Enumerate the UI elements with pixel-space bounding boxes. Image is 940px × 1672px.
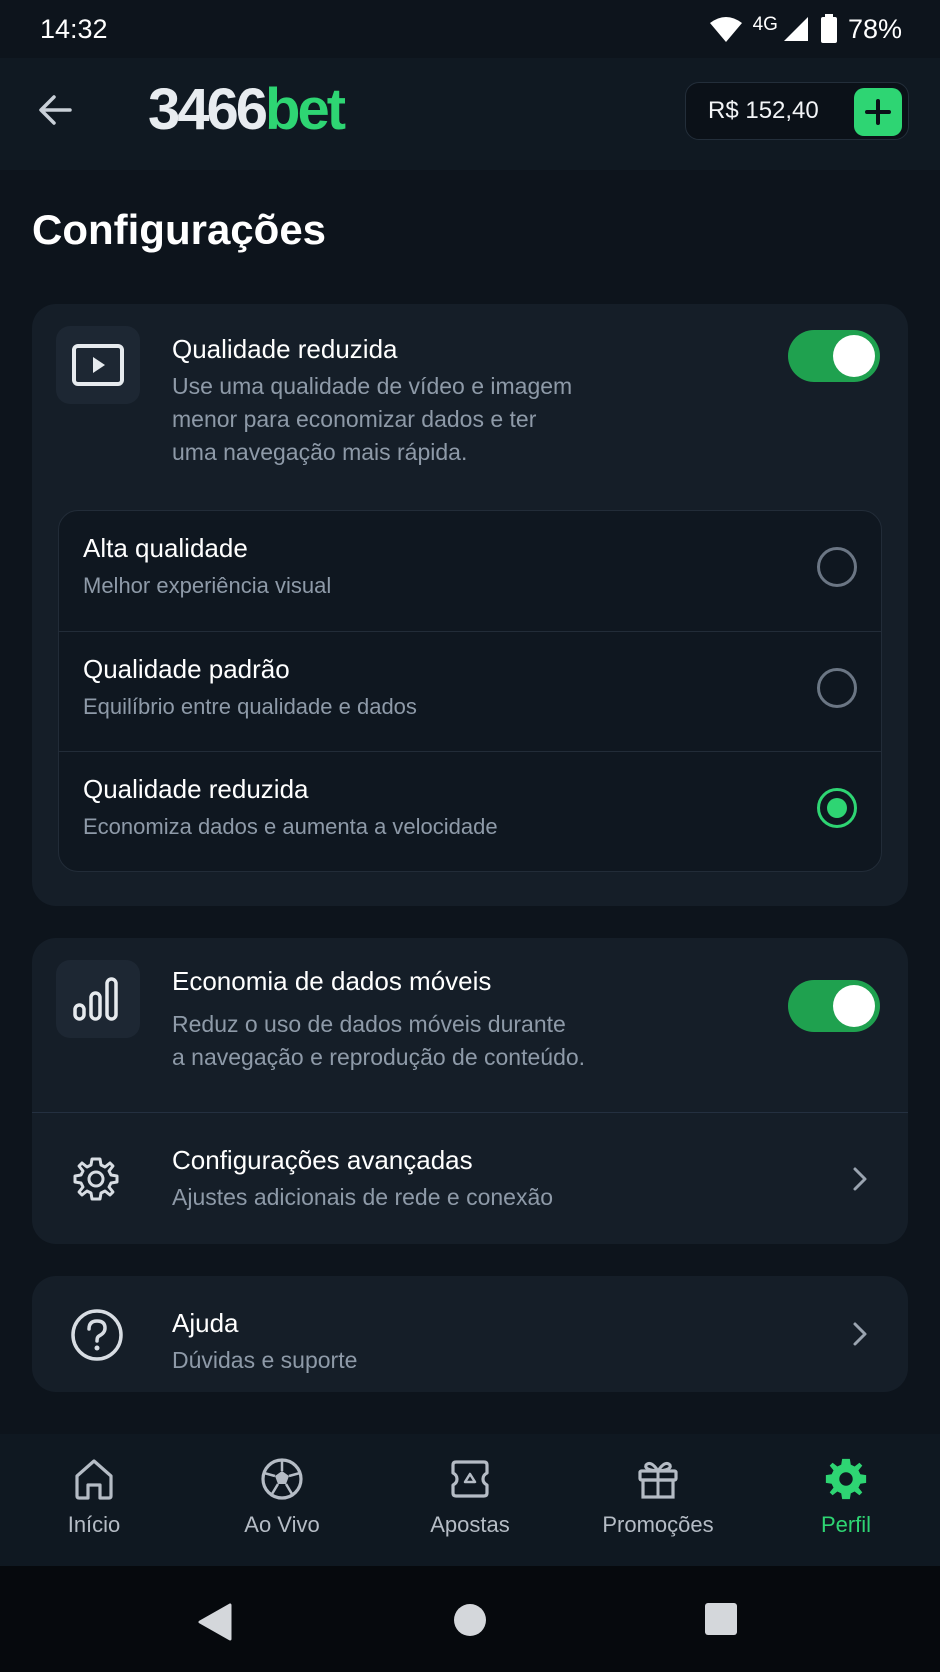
data-settings-card: Economia de dados móveis Reduz o uso de … <box>32 938 908 1244</box>
quality-option-standard[interactable]: Qualidade padrão Equilíbrio entre qualid… <box>59 631 881 751</box>
data-saver-toggle[interactable] <box>788 980 880 1032</box>
system-home-icon[interactable] <box>452 1602 488 1638</box>
video-quality-card: Qualidade reduzida Use uma qualidade de … <box>32 304 908 906</box>
advanced-settings-description: Ajustes adicionais de rede e conexão <box>172 1184 554 1210</box>
status-time: 14:32 <box>40 13 108 44</box>
quality-options-list: Alta qualidade Melhor experiência visual… <box>58 510 882 872</box>
radio-button[interactable] <box>817 668 857 708</box>
toggle-knob <box>833 985 875 1027</box>
page-title: Configurações <box>32 206 327 253</box>
wifi-icon <box>709 17 742 42</box>
chevron-right-icon <box>853 1167 867 1191</box>
chevron-right-icon <box>853 1322 867 1346</box>
signal-icon-box <box>56 960 140 1038</box>
gift-icon <box>638 1462 678 1499</box>
app-header: 3466bet R$ 152,40 <box>0 58 940 170</box>
nav-item-promotions[interactable]: Promoções <box>564 1434 752 1566</box>
advanced-settings-title: Configurações avançadas <box>172 1145 473 1175</box>
help-description: Dúvidas e suporte <box>172 1347 358 1373</box>
balance-amount: R$ 152,40 <box>708 97 819 124</box>
gear-icon <box>73 1157 119 1201</box>
system-recents-icon[interactable] <box>704 1602 738 1636</box>
network-type-label: 4G <box>752 14 778 35</box>
nav-label: Ao Vivo <box>244 1512 320 1537</box>
toggle-knob <box>833 335 875 377</box>
cell-signal-icon <box>783 17 808 41</box>
ticket-icon <box>451 1460 489 1498</box>
help-title: Ajuda <box>172 1308 239 1338</box>
quality-option-reduced[interactable]: Qualidade reduzida Economiza dados e aum… <box>59 751 881 871</box>
nav-item-live[interactable]: Ao Vivo <box>188 1434 376 1566</box>
system-navigation-bar <box>0 1566 940 1672</box>
data-saver-title: Economia de dados móveis <box>172 966 492 996</box>
description-line: Use uma qualidade de vídeo e imagem <box>172 373 573 399</box>
brand-logo[interactable]: 3466bet <box>148 77 346 142</box>
option-title: Alta qualidade <box>83 533 248 563</box>
nav-label: Perfil <box>820 1512 872 1537</box>
nav-item-profile[interactable]: Perfil <box>752 1434 940 1566</box>
description-line: uma navegação mais rápida. <box>172 439 468 465</box>
reduced-quality-description: Use uma qualidade de vídeo e imagem meno… <box>172 370 572 469</box>
balance-pill[interactable]: R$ 152,40 <box>685 82 909 140</box>
radio-button[interactable] <box>817 547 857 587</box>
logo-bet: bet <box>265 77 346 142</box>
option-description: Equilíbrio entre qualidade e dados <box>83 694 417 719</box>
option-title: Qualidade reduzida <box>83 774 309 804</box>
gear-icon <box>825 1458 867 1500</box>
soccer-ball-icon <box>261 1458 303 1500</box>
battery-percent: 78% <box>847 13 902 44</box>
description-line: Reduz o uso de dados móveis durante <box>172 1011 566 1037</box>
option-description: Melhor experiência visual <box>83 573 332 598</box>
nav-item-home[interactable]: Início <box>0 1434 188 1566</box>
video-icon-box <box>56 326 140 404</box>
reduced-quality-toggle[interactable] <box>788 330 880 382</box>
option-title: Qualidade padrão <box>83 654 290 684</box>
quality-option-high[interactable]: Alta qualidade Melhor experiência visual <box>59 511 881 631</box>
description-line: a navegação e reprodução de conteúdo. <box>172 1044 586 1070</box>
nav-label: Promoções <box>602 1512 714 1537</box>
help-card[interactable]: Ajuda Dúvidas e suporte <box>32 1276 908 1392</box>
deposit-button[interactable] <box>854 88 902 136</box>
plus-icon <box>865 99 891 125</box>
data-saver-description: Reduz o uso de dados móveis durante a na… <box>172 1008 585 1074</box>
home-icon <box>75 1459 113 1500</box>
nav-label: Início <box>67 1512 121 1537</box>
logo-number: 3466 <box>148 77 268 142</box>
option-description: Economiza dados e aumenta a velocidade <box>83 814 498 839</box>
bottom-navigation: Início Ao Vivo Apostas Promoções Perfil <box>0 1434 940 1566</box>
reduced-quality-title: Qualidade reduzida <box>172 334 398 364</box>
system-back-icon[interactable] <box>196 1602 234 1642</box>
video-play-icon <box>72 344 124 386</box>
description-line: menor para economizar dados e ter <box>172 406 537 432</box>
help-icon <box>71 1309 123 1361</box>
status-bar: 14:32 4G 78% <box>0 0 940 58</box>
status-icons: 4G 78% <box>709 14 902 45</box>
signal-bars-icon <box>73 977 118 1021</box>
battery-icon <box>820 14 837 43</box>
nav-label: Apostas <box>430 1512 510 1537</box>
advanced-settings-row[interactable]: Configurações avançadas Ajustes adiciona… <box>32 1113 908 1244</box>
radio-button-selected[interactable] <box>817 788 857 828</box>
nav-item-bets[interactable]: Apostas <box>376 1434 564 1566</box>
back-arrow-icon[interactable] <box>34 88 78 132</box>
